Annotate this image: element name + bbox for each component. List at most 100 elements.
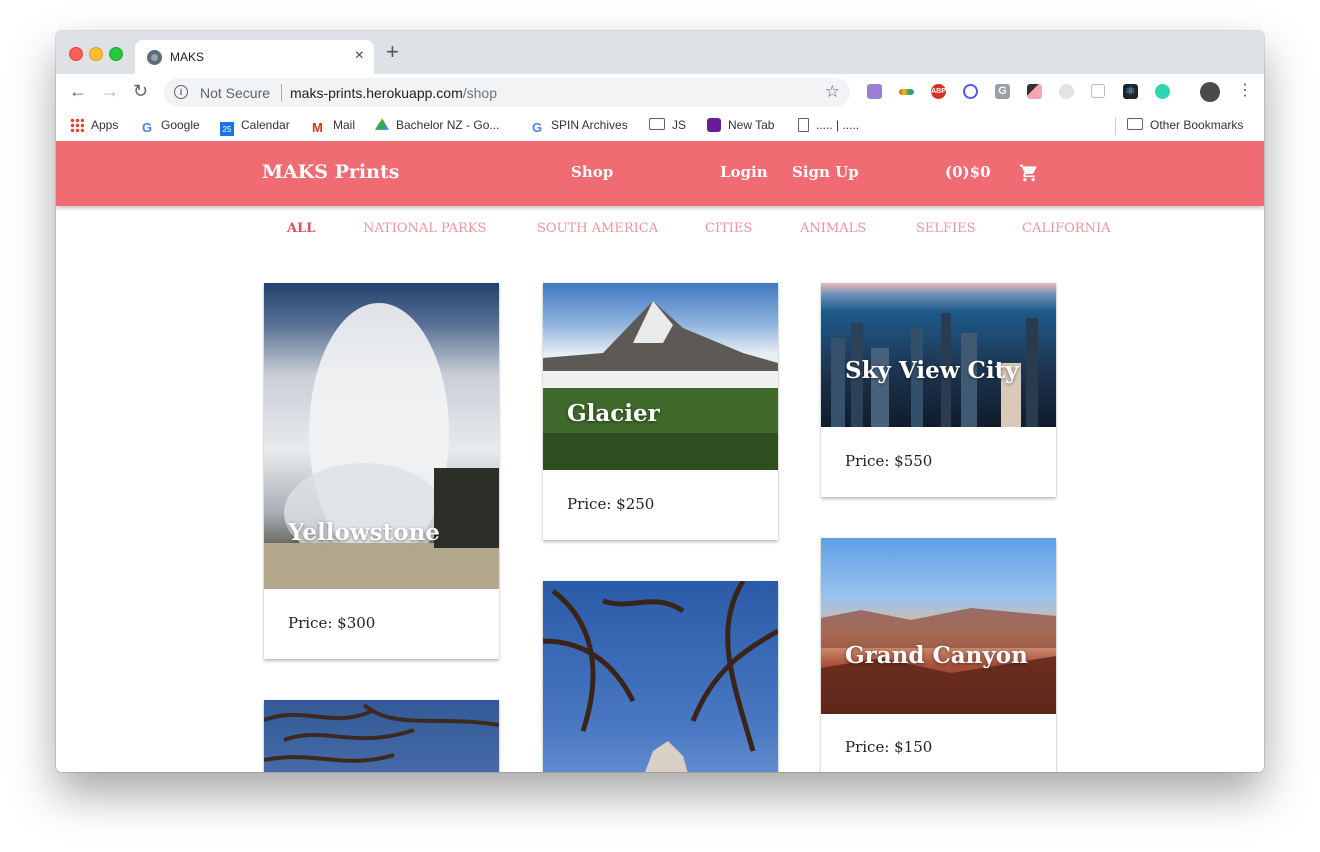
canyon-illustration	[821, 608, 1056, 714]
glacier-image: Glacier	[543, 283, 778, 470]
back-button[interactable]: ←	[69, 81, 87, 101]
bookmark-label: Apps	[91, 118, 119, 132]
product-card-glacier[interactable]: Glacier Price: $250	[543, 283, 778, 540]
bookmark-label: Mail	[333, 118, 356, 132]
bookmark-calendar[interactable]: 25 Calendar	[220, 118, 290, 136]
tab-close-icon[interactable]: ×	[355, 47, 364, 65]
page-viewport: MAKS Prints Shop Login Sign Up (0)$0 ALL…	[56, 141, 1264, 772]
apps-grid-icon	[70, 118, 84, 132]
tab-title: MAKS	[170, 50, 205, 64]
nav-shop-link[interactable]: Shop	[571, 163, 613, 181]
product-title: Glacier	[567, 400, 660, 427]
branches-illustration	[264, 703, 499, 763]
adblock-plus-icon[interactable]: ABP	[931, 84, 946, 99]
bookmark-mail[interactable]: M Mail	[312, 118, 355, 135]
mountain-illustration	[543, 301, 778, 470]
cart-total[interactable]: (0)$0	[945, 163, 991, 181]
extension-rainbow-icon[interactable]	[899, 89, 914, 95]
filter-south-america[interactable]: SOUTH AMERICA	[537, 221, 658, 236]
bookmark-label: New Tab	[728, 118, 775, 132]
fitz-roy-illustration	[543, 581, 778, 772]
grammarly-icon[interactable]: G	[995, 84, 1010, 99]
forward-button[interactable]: →	[101, 81, 119, 101]
site-navbar: MAKS Prints Shop Login Sign Up (0)$0	[56, 141, 1264, 206]
tab-maks[interactable]: MAKS ×	[135, 40, 374, 74]
bookmark-label: Other Bookmarks	[1150, 118, 1244, 132]
drive-icon	[375, 118, 389, 130]
bookmark-label: SPIN Archives	[551, 118, 628, 132]
bookmark-js[interactable]: JS	[649, 118, 686, 132]
product-card-yellowstone[interactable]: Yellowstone Price: $300	[264, 283, 499, 659]
product-price: Price: $550	[845, 452, 933, 470]
info-icon[interactable]: i	[174, 85, 188, 99]
page-icon	[798, 118, 809, 132]
security-label[interactable]: Not Secure	[200, 85, 270, 101]
filter-all[interactable]: ALL	[287, 221, 315, 236]
site-favicon-icon	[147, 50, 162, 65]
bookmark-other[interactable]: Other Bookmarks	[1127, 118, 1243, 132]
product-card-partial-trees[interactable]	[264, 700, 499, 772]
bookmark-label: Calendar	[241, 118, 290, 132]
product-card-partial-fitz-roy[interactable]	[543, 581, 778, 772]
bookmark-label: JS	[672, 118, 687, 132]
profile-avatar[interactable]	[1200, 82, 1220, 102]
filter-selfies[interactable]: SELFIES	[916, 221, 976, 236]
product-title: Sky View City	[845, 357, 1019, 384]
new-tab-button[interactable]: +	[386, 41, 399, 63]
bookmark-google[interactable]: G Google	[140, 118, 200, 135]
nav-signup-link[interactable]: Sign Up	[792, 163, 859, 181]
product-card-sky-view-city[interactable]: Sky View City Price: $550	[821, 283, 1056, 497]
category-filters: ALL NATIONAL PARKS SOUTH AMERICA CITIES …	[56, 221, 1264, 243]
url-host: maks-prints.herokuapp.com	[290, 85, 463, 101]
color-picker-icon[interactable]	[1027, 84, 1042, 99]
city-image: Sky View City	[821, 283, 1056, 427]
bookmark-star-icon[interactable]: ☆	[825, 82, 840, 102]
maximize-window-button[interactable]	[109, 47, 123, 61]
browser-toolbar: ← → ↻ i Not Secure maks-prints.herokuapp…	[56, 74, 1264, 111]
url-text[interactable]: maks-prints.herokuapp.com/shop	[290, 85, 497, 101]
grand-canyon-image: Grand Canyon	[821, 538, 1056, 714]
filter-animals[interactable]: ANIMALS	[800, 221, 866, 236]
nav-login-link[interactable]: Login	[720, 163, 768, 181]
reload-button[interactable]: ↻	[133, 81, 148, 101]
bookmark-dots[interactable]: ..... | .....	[798, 118, 859, 132]
bookmark-spin-archives[interactable]: G SPIN Archives	[530, 118, 628, 135]
product-price: Price: $150	[845, 738, 933, 756]
filter-cities[interactable]: CITIES	[705, 221, 752, 236]
google-icon: G	[531, 120, 543, 135]
calendar-icon: 25	[220, 122, 234, 136]
trees-image	[264, 700, 499, 772]
filter-california[interactable]: CALIFORNIA	[1022, 221, 1110, 236]
minimize-window-button[interactable]	[89, 47, 103, 61]
extension-gray-icon[interactable]	[1059, 84, 1074, 99]
bookmark-label: ..... | .....	[816, 118, 860, 132]
filter-national-parks[interactable]: NATIONAL PARKS	[363, 221, 486, 236]
product-price: Price: $250	[567, 495, 655, 513]
bookmarks-separator	[1115, 117, 1116, 135]
extension-teal-icon[interactable]	[1155, 84, 1170, 99]
new-tab-icon	[707, 118, 721, 132]
google-icon: G	[141, 120, 153, 135]
address-bar[interactable]: i Not Secure maks-prints.herokuapp.com/s…	[164, 78, 850, 107]
extension-circle-icon[interactable]	[963, 84, 978, 99]
bookmark-label: Bachelor NZ - Go...	[396, 118, 500, 132]
browser-menu-icon[interactable]: ⋮	[1237, 81, 1253, 101]
bookmark-bachelor[interactable]: Bachelor NZ - Go...	[375, 118, 499, 132]
bookmark-label: Google	[161, 118, 200, 132]
close-window-button[interactable]	[69, 47, 83, 61]
gmail-icon: M	[312, 120, 323, 135]
react-devtools-icon[interactable]: ⚛	[1123, 84, 1138, 99]
extension-reader-icon[interactable]	[1091, 84, 1105, 98]
product-title: Yellowstone	[288, 519, 440, 546]
shopping-cart-icon[interactable]	[1018, 163, 1040, 183]
folder-icon	[649, 118, 665, 130]
fitz-roy-image	[543, 581, 778, 772]
product-card-grand-canyon[interactable]: Grand Canyon Price: $150	[821, 538, 1056, 772]
skyline-illustration	[831, 313, 1038, 427]
bookmarks-bar: Apps G Google 25 Calendar M Mail Bachelor N…	[56, 111, 1264, 142]
bookmark-new-tab[interactable]: New Tab	[707, 118, 774, 132]
address-separator	[281, 84, 282, 101]
brand-logo[interactable]: MAKS Prints	[262, 161, 399, 183]
bookmark-apps[interactable]: Apps	[70, 118, 118, 132]
extension-purple-icon[interactable]	[867, 84, 882, 99]
